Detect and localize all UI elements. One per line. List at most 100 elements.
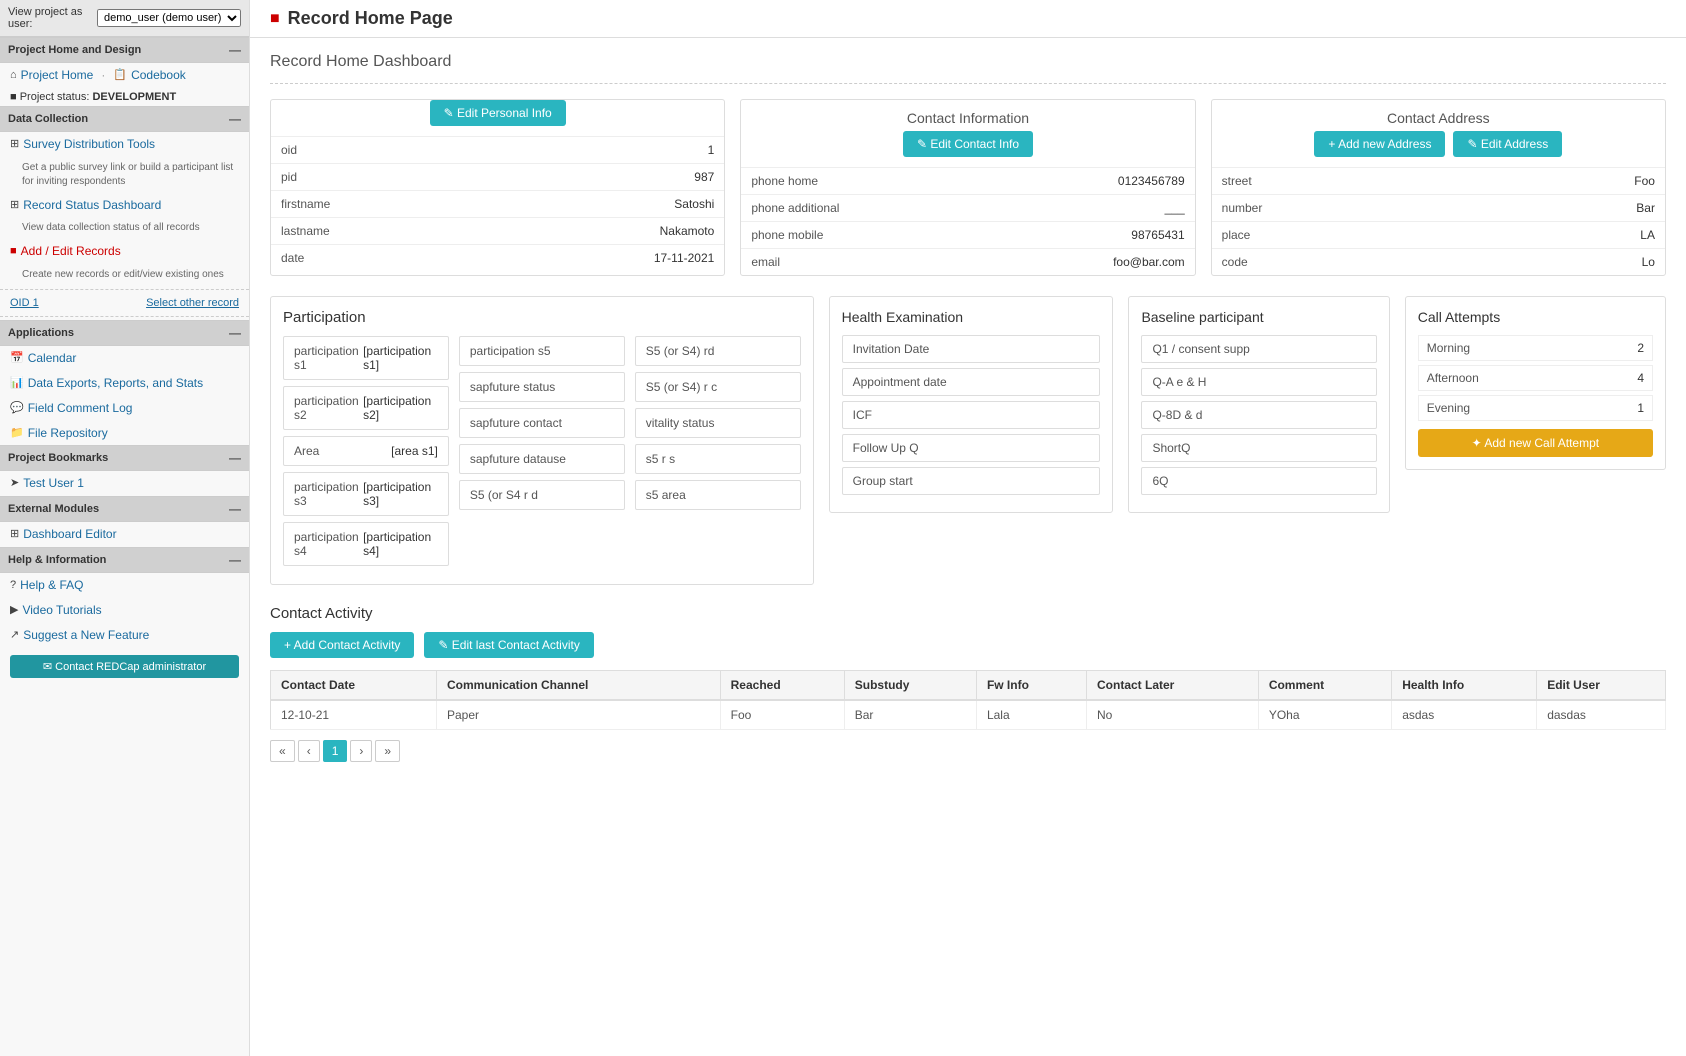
video-tutorials-label: Video Tutorials [22,602,101,619]
contact-address-btn-row: + Add new Address ✎ Edit Address [1212,131,1665,167]
field-label: firstname [271,191,475,218]
oid-link[interactable]: OID 1 [10,297,39,309]
collapse-icon-dc[interactable]: — [229,112,241,126]
edit-contact-info-btn[interactable]: ✎ Edit Contact Info [903,131,1033,157]
collapse-icon-bm[interactable]: — [229,451,241,465]
call-attempts-title: Call Attempts [1418,309,1653,325]
field-label: phone additional [741,195,945,222]
list-item: Q1 / consent supp [1141,335,1376,363]
contact-info-card: Contact Information ✎ Edit Contact Info … [740,99,1195,276]
list-item: Morning2 [1418,335,1653,361]
edit-address-btn[interactable]: ✎ Edit Address [1453,131,1562,157]
section-help: Help & Information — [0,547,249,573]
table-row: codeLo [1212,249,1665,276]
field-label: email [741,249,945,276]
part-label: sapfuture datause [470,452,566,466]
sidebar-item-suggest-feature[interactable]: ↗ Suggest a New Feature [0,623,249,648]
baseline-card: Baseline participant Q1 / consent suppQ-… [1128,296,1389,513]
sidebar-item-calendar[interactable]: 📅 Calendar [0,346,249,371]
collapse-icon-em[interactable]: — [229,502,241,516]
table-cell: Lala [976,700,1086,730]
sidebar-item-test-user[interactable]: ➤ Test User 1 [0,471,249,496]
sidebar-item-project-home[interactable]: ⌂ Project Home · 📋 Codebook [0,63,249,88]
field-value: 98765431 [945,222,1194,249]
list-item: Follow Up Q [842,434,1101,462]
participation-title: Participation [283,309,801,326]
field-label: number [1212,195,1416,222]
select-other-link[interactable]: Select other record [146,297,239,309]
field-value: Bar [1416,195,1665,222]
table-row: date17-11-2021 [271,245,724,272]
contact-address-table: streetFoonumberBarplaceLAcodeLo [1212,167,1665,275]
part-label: S5 (or S4 r d [470,488,538,502]
table-column-header: Comment [1258,671,1391,701]
page-first-btn[interactable]: « [270,740,295,762]
page-last-btn[interactable]: » [375,740,400,762]
sidebar-item-help-faq[interactable]: ? Help & FAQ [0,573,249,598]
field-value: Satoshi [475,191,724,218]
call-attempts-card: Call Attempts Morning2Afternoon4Evening1… [1405,296,1666,470]
field-label: street [1212,168,1416,195]
participation-col1: participation s1[participation s1]partic… [283,336,449,572]
oid-section: OID 1 Select other record [0,293,249,313]
section-bookmarks: Project Bookmarks — [0,445,249,471]
edit-personal-info-btn[interactable]: ✎ Edit Personal Info [430,100,566,126]
page-current-btn[interactable]: 1 [323,740,348,762]
part-label: S5 (or S4) r c [646,380,717,394]
field-value: ___ [945,195,1194,222]
sidebar-item-dashboard-editor[interactable]: ⊞ Dashboard Editor [0,522,249,547]
sidebar-item-record-status[interactable]: ⊞ Record Status Dashboard [0,193,249,218]
page-next-btn[interactable]: › [350,740,372,762]
project-status-value: DEVELOPMENT [92,91,176,103]
sidebar-item-field-comment[interactable]: 💬 Field Comment Log [0,396,249,421]
home-icon: ⌂ [10,68,17,83]
contact-info-table: phone home0123456789phone additional___p… [741,167,1194,275]
add-edit-label: Add / Edit Records [21,243,121,260]
list-item: Q-A e & H [1141,368,1376,396]
part-label: s5 area [646,488,686,502]
participation-grid: participation s1[participation s1]partic… [283,336,801,572]
sidebar-item-survey-dist[interactable]: ⊞ Survey Distribution Tools [0,132,249,157]
field-label: oid [271,137,475,164]
top-divider [270,83,1666,84]
sidebar-item-video-tutorials[interactable]: ▶ Video Tutorials [0,598,249,623]
contact-redcap-btn[interactable]: ✉ Contact REDCap administrator [10,655,239,678]
sidebar-item-add-edit[interactable]: ■ Add / Edit Records [0,239,249,264]
table-row: placeLA [1212,222,1665,249]
list-item: S5 (or S4) rd [635,336,801,366]
collapse-icon-help[interactable]: — [229,553,241,567]
sidebar-item-data-exports[interactable]: 📊 Data Exports, Reports, and Stats [0,371,249,396]
participation-card: Participation participation s1[participa… [270,296,814,585]
part-label: sapfuture contact [470,416,562,430]
user-select[interactable]: demo_user (demo user) [97,9,241,27]
add-address-btn[interactable]: + Add new Address [1314,131,1445,157]
add-call-attempt-btn[interactable]: ✦ Add new Call Attempt [1418,429,1653,457]
add-contact-activity-btn[interactable]: + Add Contact Activity [270,632,414,658]
collapse-icon[interactable]: — [229,43,241,57]
participation-col2: participation s5sapfuture statussapfutur… [459,336,625,572]
call-label: Evening [1427,401,1470,415]
call-attempts-rows: Morning2Afternoon4Evening1 [1418,335,1653,421]
table-column-header: Contact Later [1087,671,1259,701]
table-column-header: Reached [720,671,844,701]
page-prev-btn[interactable]: ‹ [298,740,320,762]
list-item: sapfuture datause [459,444,625,474]
list-item: 6Q [1141,467,1376,495]
collapse-icon-apps[interactable]: — [229,326,241,340]
table-row: 12-10-21PaperFooBarLalaNoYOhaasdasdasdas [271,700,1666,730]
sidebar-item-file-repo[interactable]: 📁 File Repository [0,421,249,446]
table-column-header: Substudy [844,671,976,701]
list-item: participation s3[participation s3] [283,472,449,516]
list-item: S5 (or S4 r d [459,480,625,510]
suggest-feature-label: Suggest a New Feature [23,627,149,644]
part-label: vitality status [646,416,715,430]
data-exports-icon: 📊 [10,376,24,391]
contact-address-title: Contact Address [1212,100,1665,131]
table-row: lastnameNakamoto [271,218,724,245]
dashboard-editor-label: Dashboard Editor [23,526,116,543]
sidebar-record-status-desc: View data collection status of all recor… [0,217,249,239]
edit-last-contact-activity-btn[interactable]: ✎ Edit last Contact Activity [424,632,593,658]
field-value: 17-11-2021 [475,245,724,272]
table-cell: YOha [1258,700,1391,730]
field-label: code [1212,249,1416,276]
